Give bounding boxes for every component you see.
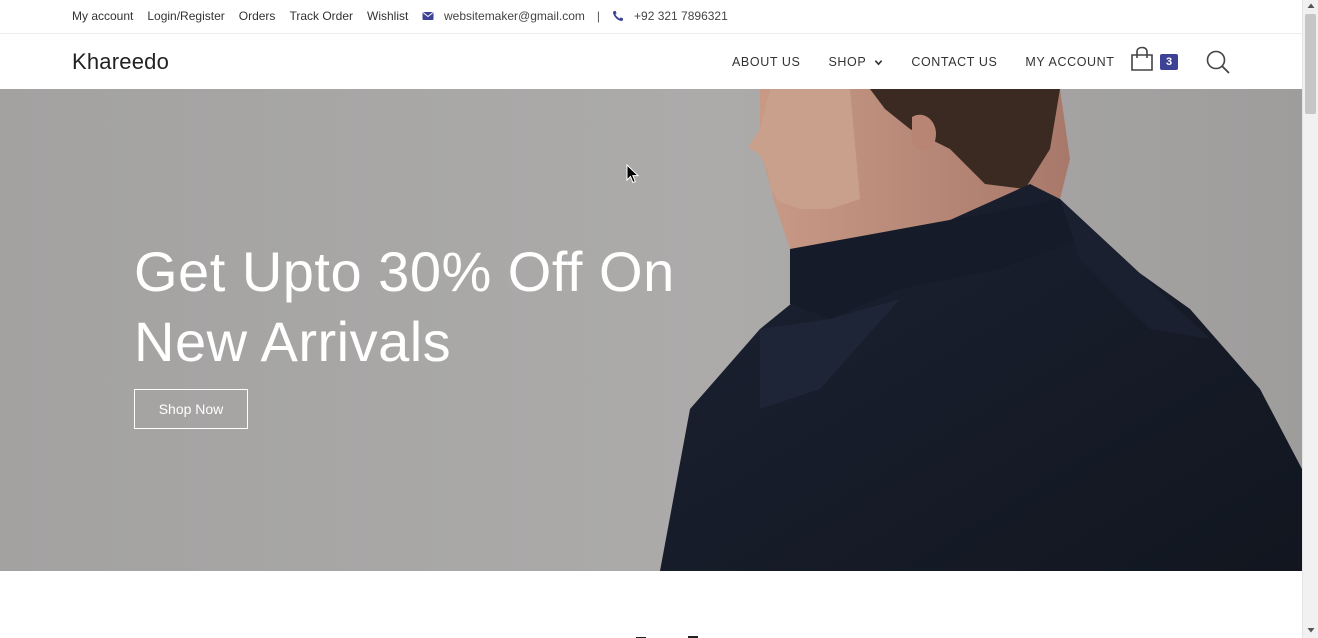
nav-contact-us[interactable]: CONTACT US bbox=[911, 54, 997, 70]
hero-title: Get Upto 30% Off On New Arrivals bbox=[134, 237, 694, 377]
scrollbar-thumb[interactable] bbox=[1305, 14, 1316, 114]
next-section bbox=[0, 571, 1302, 638]
top-link-track-order[interactable]: Track Order bbox=[289, 8, 353, 24]
contact-info: websitemaker@gmail.com | +92 321 7896321 bbox=[422, 8, 728, 24]
contact-phone[interactable]: +92 321 7896321 bbox=[634, 8, 728, 24]
hero-title-line-2: New Arrivals bbox=[134, 310, 452, 373]
envelope-icon bbox=[422, 12, 434, 20]
scroll-up-arrow-icon[interactable] bbox=[1307, 2, 1315, 10]
section-heading-top bbox=[636, 636, 698, 638]
top-bar: My account Login/Register Orders Track O… bbox=[0, 0, 1302, 34]
contact-email[interactable]: websitemaker@gmail.com bbox=[444, 8, 585, 24]
shopping-bag-icon[interactable] bbox=[1129, 46, 1155, 72]
chevron-down-icon bbox=[875, 59, 883, 65]
cart-count-badge[interactable]: 3 bbox=[1160, 54, 1178, 70]
mouse-cursor-icon bbox=[626, 164, 640, 184]
top-link-login-register[interactable]: Login/Register bbox=[147, 8, 224, 24]
site-logo[interactable]: Khareedo bbox=[72, 49, 169, 75]
hero-title-line-1: Get Upto 30% Off On bbox=[134, 240, 675, 303]
nav-shop-label: SHOP bbox=[828, 55, 867, 69]
nav-my-account[interactable]: MY ACCOUNT bbox=[1025, 54, 1114, 70]
top-links: My account Login/Register Orders Track O… bbox=[72, 8, 422, 24]
hero-banner: Get Upto 30% Off On New Arrivals Shop No… bbox=[0, 89, 1302, 571]
top-link-orders[interactable]: Orders bbox=[239, 8, 276, 24]
top-link-my-account[interactable]: My account bbox=[72, 8, 133, 24]
shop-now-button[interactable]: Shop Now bbox=[134, 389, 248, 429]
scroll-down-arrow-icon[interactable] bbox=[1307, 626, 1315, 634]
contact-separator: | bbox=[596, 9, 601, 23]
search-icon[interactable] bbox=[1205, 49, 1231, 75]
top-link-wishlist[interactable]: Wishlist bbox=[367, 8, 408, 24]
nav-shop[interactable]: SHOP bbox=[828, 54, 883, 70]
phone-icon bbox=[613, 11, 624, 21]
site-header: Khareedo ABOUT US SHOP CONTACT US MY ACC… bbox=[0, 35, 1302, 89]
main-nav: ABOUT US SHOP CONTACT US MY ACCOUNT bbox=[732, 54, 1115, 70]
nav-about-us[interactable]: ABOUT US bbox=[732, 54, 800, 70]
page-scrollbar[interactable] bbox=[1302, 0, 1318, 638]
